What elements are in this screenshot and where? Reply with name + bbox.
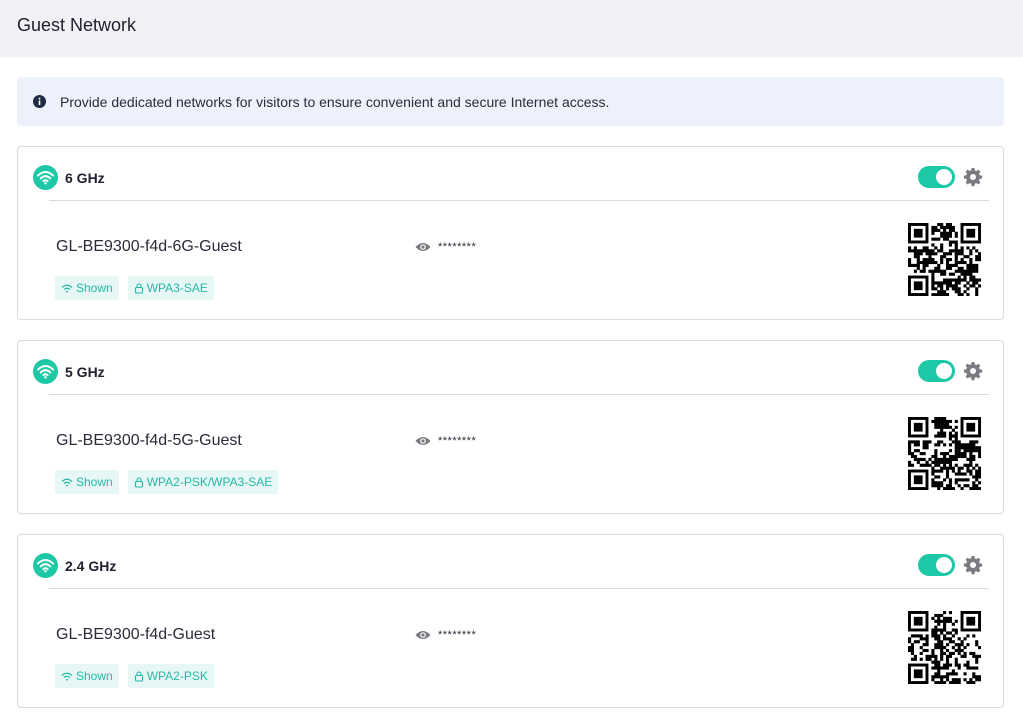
tag-list: Shown WPA3-SAE <box>55 276 214 300</box>
visibility-tag: Shown <box>55 470 119 494</box>
gear-icon[interactable] <box>963 555 983 575</box>
toggle-knob <box>936 557 952 573</box>
visibility-tag: Shown <box>55 664 119 688</box>
info-text: Provide dedicated networks for visitors … <box>60 94 610 110</box>
page-header: Guest Network <box>0 0 1023 57</box>
qr-code[interactable] <box>908 417 981 490</box>
toggle-knob <box>936 363 952 379</box>
wifi-small-icon <box>61 672 73 681</box>
ssid-label: GL-BE9300-f4d-5G-Guest <box>56 432 242 449</box>
divider <box>49 200 989 201</box>
qr-code[interactable] <box>908 223 981 296</box>
eye-icon[interactable] <box>415 629 431 641</box>
info-banner: Provide dedicated networks for visitors … <box>17 77 1004 126</box>
password-masked: ******** <box>438 629 477 641</box>
page-title: Guest Network <box>17 15 137 35</box>
password-masked: ******** <box>438 435 477 447</box>
network-card-2-4ghz: 2.4 GHz GL-BE9300-f4d-Guest ******** Sho… <box>17 534 1004 708</box>
wifi-icon <box>33 359 58 384</box>
wifi-icon <box>33 165 58 190</box>
security-label: WPA2-PSK/WPA3-SAE <box>146 475 273 489</box>
wifi-small-icon <box>61 478 73 487</box>
enable-toggle[interactable] <box>918 360 955 382</box>
ssid-label: GL-BE9300-f4d-6G-Guest <box>56 238 242 255</box>
band-label: 5 GHz <box>65 364 105 380</box>
visibility-label: Shown <box>76 475 113 489</box>
toggle-knob <box>936 169 952 185</box>
enable-toggle[interactable] <box>918 554 955 576</box>
password-field: ******** <box>415 433 476 449</box>
tag-list: Shown WPA2-PSK/WPA3-SAE <box>55 470 279 494</box>
band-label: 2.4 GHz <box>65 558 117 574</box>
security-label: WPA3-SAE <box>146 281 208 295</box>
tag-list: Shown WPA2-PSK <box>55 664 214 688</box>
visibility-label: Shown <box>76 281 113 295</box>
gear-icon[interactable] <box>963 361 983 381</box>
qr-code[interactable] <box>908 611 981 684</box>
info-icon <box>33 95 46 108</box>
security-tag: WPA2-PSK/WPA3-SAE <box>127 470 279 494</box>
password-field: ******** <box>415 627 476 643</box>
password-masked: ******** <box>438 241 477 253</box>
network-card-6ghz: 6 GHz GL-BE9300-f4d-6G-Guest ******** Sh… <box>17 146 1004 320</box>
lock-icon <box>134 476 143 488</box>
lock-icon <box>134 282 143 294</box>
band-label: 6 GHz <box>65 170 105 186</box>
eye-icon[interactable] <box>415 241 431 253</box>
visibility-label: Shown <box>76 669 113 683</box>
security-tag: WPA3-SAE <box>127 276 214 300</box>
divider <box>49 588 989 589</box>
password-field: ******** <box>415 239 476 255</box>
wifi-icon <box>33 553 58 578</box>
gear-icon[interactable] <box>963 167 983 187</box>
security-tag: WPA2-PSK <box>127 664 214 688</box>
ssid-label: GL-BE9300-f4d-Guest <box>56 626 216 643</box>
lock-icon <box>134 670 143 682</box>
security-label: WPA2-PSK <box>146 669 208 683</box>
network-card-5ghz: 5 GHz GL-BE9300-f4d-5G-Guest ******** Sh… <box>17 340 1004 514</box>
enable-toggle[interactable] <box>918 166 955 188</box>
visibility-tag: Shown <box>55 276 119 300</box>
eye-icon[interactable] <box>415 435 431 447</box>
wifi-small-icon <box>61 284 73 293</box>
divider <box>49 394 989 395</box>
